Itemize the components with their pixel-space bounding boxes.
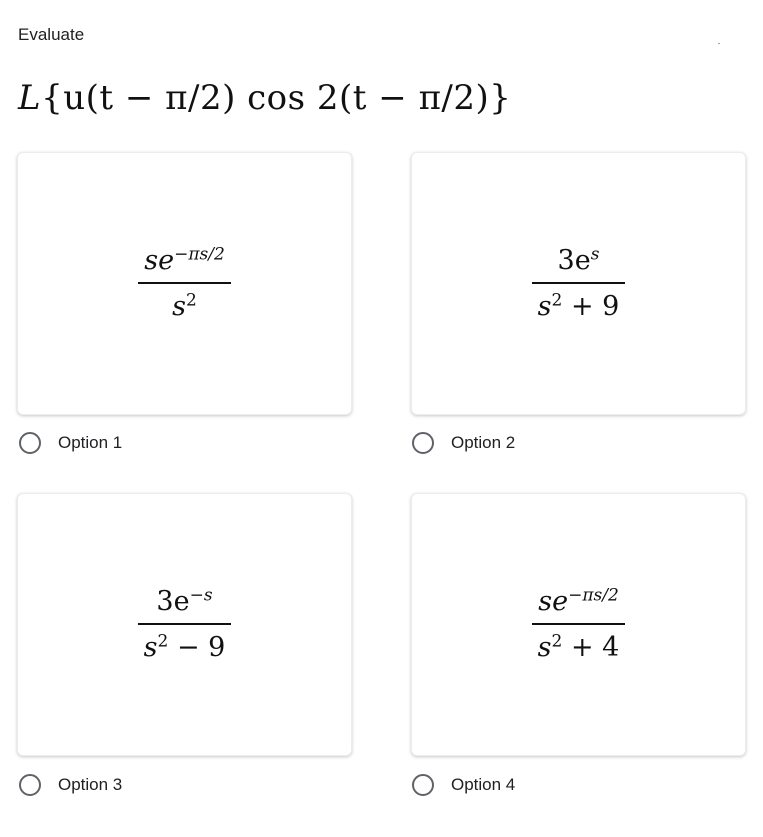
option-1-radio-row[interactable]: Option 1 [19, 432, 122, 454]
question-prompt: Evaluate [18, 25, 85, 44]
option-2-fraction: 3es s2 + 9 [531, 244, 626, 324]
numerator: 3es [557, 244, 600, 276]
option-2-card[interactable]: 3es s2 + 9 [411, 152, 746, 415]
option-3-radio-row[interactable]: Option 3 [19, 774, 122, 796]
numerator: se−πs/2 [538, 585, 619, 617]
laplace-argument: {u(t − π/2) cos 2(t − π/2)} [41, 78, 512, 118]
option-label: Option 4 [451, 775, 516, 794]
denominator: s2 + 4 [537, 631, 620, 663]
numerator: 3e−s [156, 585, 213, 617]
fraction-bar [137, 622, 232, 625]
question-formula: L{u(t − π/2) cos 2(t − π/2)} [18, 78, 511, 118]
fraction-bar [138, 281, 231, 284]
stray-pixel [718, 43, 720, 44]
denominator: s2 + 9 [537, 290, 620, 322]
option-4-card[interactable]: se−πs/2 s2 + 4 [411, 493, 746, 756]
denominator: s2 [172, 290, 197, 322]
fraction-bar [531, 281, 626, 284]
radio-button[interactable] [19, 432, 41, 454]
option-1-card[interactable]: se−πs/2 s2 [17, 152, 352, 415]
option-3-fraction: 3e−s s2 − 9 [137, 585, 232, 665]
numerator: se−πs/2 [144, 244, 225, 276]
laplace-operator: L [18, 78, 42, 118]
option-label: Option 1 [58, 433, 123, 452]
radio-button[interactable] [412, 432, 434, 454]
radio-button[interactable] [19, 774, 41, 796]
option-label: Option 2 [451, 433, 516, 452]
option-label: Option 3 [58, 775, 123, 794]
option-3-card[interactable]: 3e−s s2 − 9 [17, 493, 352, 756]
radio-button[interactable] [412, 774, 434, 796]
option-1-fraction: se−πs/2 s2 [138, 244, 231, 324]
option-2-radio-row[interactable]: Option 2 [412, 432, 515, 454]
option-4-fraction: se−πs/2 s2 + 4 [531, 585, 626, 665]
fraction-bar [531, 622, 626, 625]
denominator: s2 − 9 [143, 631, 226, 663]
option-4-radio-row[interactable]: Option 4 [412, 774, 515, 796]
